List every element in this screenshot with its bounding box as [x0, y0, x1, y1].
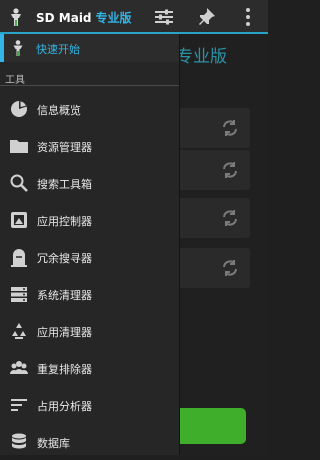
- drawer-item-explorer[interactable]: 资源管理器: [0, 128, 179, 164]
- refresh-icon[interactable]: [220, 118, 240, 138]
- refresh-icon[interactable]: [220, 160, 240, 180]
- drawer-item-label: 系统清理器: [37, 289, 92, 302]
- recycle-icon: [12, 323, 26, 339]
- pie-chart-icon: [11, 101, 27, 117]
- sd-maid-logo-icon[interactable]: [8, 7, 24, 27]
- drawer-item-label: 搜索工具箱: [37, 178, 92, 191]
- drawer-item-app-cleaner[interactable]: 应用清理器: [0, 313, 179, 349]
- drawer-item-duplicates[interactable]: 重复排除器: [0, 350, 179, 386]
- overview-card[interactable]: [168, 108, 250, 148]
- app-edition: 专业版: [95, 11, 132, 25]
- sd-maid-icon: [13, 40, 23, 56]
- database-icon: [12, 433, 26, 449]
- pin-icon[interactable]: [195, 6, 217, 28]
- filter-settings-icon[interactable]: [153, 6, 175, 28]
- overview-card[interactable]: [168, 198, 250, 238]
- selected-indicator: [0, 34, 4, 62]
- search-icon: [10, 174, 28, 192]
- tombstone-icon: [11, 249, 27, 267]
- drawer-item-label: 数据库: [37, 437, 70, 450]
- drawer-item-quick-start[interactable]: 快速开始: [0, 34, 179, 62]
- drawer-item-label: 占用分析器: [37, 400, 92, 413]
- app-control-icon: [11, 212, 27, 228]
- folder-icon: [10, 140, 28, 153]
- duplicates-icon: [10, 361, 28, 374]
- drawer-item-label: 冗余搜寻器: [37, 252, 92, 265]
- section-header-tools: 工具: [0, 70, 179, 86]
- storage-analyzer-icon: [11, 399, 27, 411]
- drawer-item-corpse-finder[interactable]: 冗余搜寻器: [0, 239, 179, 275]
- overflow-menu-icon[interactable]: [237, 6, 259, 28]
- section-title: 工具: [5, 75, 25, 86]
- drawer-item-app-control[interactable]: 应用控制器: [0, 202, 179, 238]
- drawer-item-label: 应用控制器: [37, 215, 92, 228]
- refresh-icon[interactable]: [220, 258, 240, 278]
- drawer-item-system-cleaner[interactable]: 系统清理器: [0, 276, 179, 312]
- drawer-item-storage-analyzer[interactable]: 占用分析器: [0, 387, 179, 423]
- drawer-item-label: 资源管理器: [37, 141, 92, 154]
- drawer-item-search[interactable]: 搜索工具箱: [0, 165, 179, 201]
- drawer-item-label: 重复排除器: [37, 363, 92, 376]
- refresh-icon[interactable]: [220, 208, 240, 228]
- overview-card[interactable]: [168, 150, 250, 190]
- system-cleaner-icon: [11, 287, 27, 302]
- main-title: 专业版: [176, 47, 227, 67]
- drawer-item-label: 应用清理器: [37, 326, 92, 339]
- drawer-item-overview[interactable]: 信息概览: [0, 91, 179, 127]
- drawer-item-label: 信息概览: [37, 104, 81, 117]
- overview-card[interactable]: [168, 248, 250, 288]
- navigation-drawer: 快速开始 工具 信息概览 资源管理器 搜索工具箱 应用控制器 冗余搜寻器 系统清…: [0, 34, 180, 455]
- action-bar: SD Maid 专业版: [0, 0, 268, 34]
- app-name: SD Maid: [36, 11, 92, 25]
- app-title: SD Maid 专业版: [36, 9, 132, 26]
- drawer-item-label: 快速开始: [36, 43, 80, 56]
